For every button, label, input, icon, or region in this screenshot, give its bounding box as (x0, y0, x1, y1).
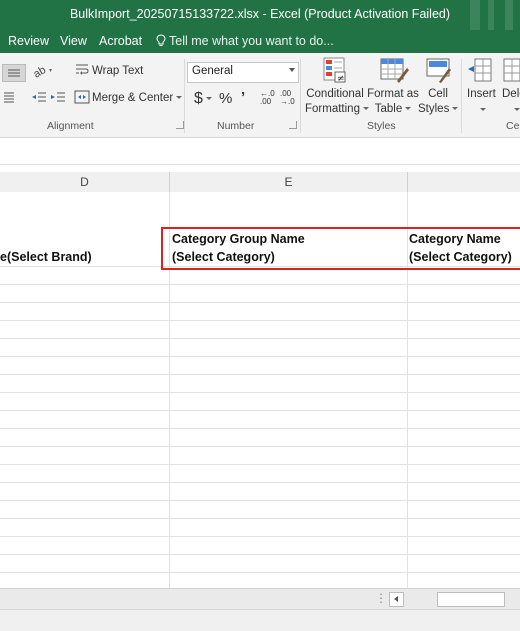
row-line (0, 518, 520, 519)
ribbon: ab Wrap Text Merge & Center Alignment Ge… (0, 53, 520, 138)
row-line (0, 500, 520, 501)
column-header-e[interactable]: E (170, 175, 407, 189)
row-line (0, 428, 520, 429)
tab-review[interactable]: Review (8, 34, 49, 48)
comma-style-button[interactable]: ’ (241, 89, 245, 106)
split-handle-icon[interactable]: ⋮ (375, 591, 387, 605)
highlight-box (161, 227, 520, 270)
ribbon-tabs: Review View Acrobat Tell me what you wan… (0, 30, 520, 53)
decrease-indent-icon[interactable] (31, 89, 47, 108)
row-line (0, 446, 520, 447)
horizontal-scrollbar[interactable]: ⋮ (0, 588, 520, 609)
group-separator (300, 59, 301, 133)
number-group-label: Number (217, 120, 255, 132)
svg-text:ab: ab (32, 64, 48, 79)
row-line (0, 320, 520, 321)
row-line (0, 392, 520, 393)
row-line (0, 410, 520, 411)
merge-center-label: Merge & Center (92, 92, 174, 104)
row-line (0, 554, 520, 555)
row-line (0, 572, 520, 573)
title-decoration (470, 0, 480, 30)
alignment-launcher-icon[interactable] (176, 121, 184, 129)
decrease-decimal-bottom: →.0 (280, 97, 295, 106)
column-header-d[interactable]: D (0, 175, 169, 189)
chevron-down-icon (176, 96, 183, 100)
chevron-down-icon (289, 68, 295, 72)
conditional-formatting-icon: ≠ (321, 56, 349, 87)
conditional-formatting-line1: Conditional (306, 88, 364, 100)
insert-cells-button[interactable]: Insert (467, 88, 496, 100)
group-separator (461, 59, 462, 133)
chevron-down-icon (452, 107, 459, 111)
currency-button[interactable]: $ (194, 90, 212, 108)
chevron-down-icon (514, 108, 520, 111)
chevron-down-icon (205, 97, 212, 101)
scrollbar-thumb[interactable] (437, 592, 505, 607)
row-line (0, 302, 520, 303)
formula-bar-area (0, 138, 520, 165)
window-title: BulkImport_20250715133722.xlsx - Excel (… (69, 7, 451, 21)
tell-me-search[interactable]: Tell me what you want to do... (156, 34, 334, 48)
tab-acrobat[interactable]: Acrobat (99, 34, 142, 48)
column-headers: D E (0, 172, 520, 193)
number-format-select[interactable]: General (187, 62, 299, 83)
cell-styles-line2: Styles (418, 103, 450, 115)
alignment-group-label: Alignment (47, 120, 94, 132)
format-as-table-line1: Format as (367, 88, 419, 100)
orientation-icon[interactable]: ab (31, 63, 54, 82)
title-decoration (505, 0, 513, 30)
styles-group-label: Styles (367, 120, 396, 132)
increase-decimal-button[interactable]: ←.0 .00 (260, 90, 275, 106)
scroll-left-icon[interactable] (389, 592, 404, 607)
decrease-decimal-button[interactable]: .00 →.0 (280, 90, 295, 106)
lightbulb-icon (156, 34, 166, 46)
row-line (0, 338, 520, 339)
delete-cells-icon (502, 57, 520, 86)
delete-cells-button[interactable]: Dele (502, 88, 520, 100)
conditional-formatting-line2: Formatting (305, 103, 360, 115)
row-line (0, 356, 520, 357)
title-bar: BulkImport_20250715133722.xlsx - Excel (… (0, 0, 520, 30)
format-as-table-button[interactable]: Format as Table (367, 87, 419, 117)
format-as-table-line2: Table (374, 103, 403, 115)
column-divider[interactable] (407, 172, 408, 192)
tell-me-text: Tell me what you want to do... (169, 34, 334, 48)
group-separator (184, 59, 185, 133)
row-line (0, 284, 520, 285)
increase-indent-icon[interactable] (50, 89, 66, 108)
title-decoration (488, 0, 494, 30)
align-left-icon[interactable] (2, 89, 16, 108)
tab-view[interactable]: View (60, 34, 87, 48)
row-line (0, 536, 520, 537)
number-format-value: General (192, 65, 233, 77)
row-line (0, 482, 520, 483)
conditional-formatting-button[interactable]: Conditional Formatting (305, 87, 369, 117)
chevron-down-icon (405, 107, 412, 111)
cells-group-label: Cel (506, 120, 520, 132)
status-bar (0, 609, 520, 631)
cell-styles-line1: Cell (428, 88, 448, 100)
row-line (0, 374, 520, 375)
cell-styles-button[interactable]: Cell Styles (418, 87, 459, 117)
percent-button[interactable]: % (219, 90, 232, 107)
increase-decimal-bottom: .00 (260, 97, 272, 106)
number-launcher-icon[interactable] (289, 121, 297, 129)
wrap-text-icon (74, 62, 90, 81)
align-middle-icon[interactable] (2, 64, 26, 82)
svg-text:≠: ≠ (337, 74, 345, 84)
chevron-down-icon (480, 108, 486, 111)
format-as-table-icon (379, 56, 409, 87)
merge-center-icon (74, 90, 90, 107)
currency-symbol: $ (194, 90, 203, 107)
merge-center-button[interactable]: Merge & Center (92, 92, 183, 104)
row-line (0, 464, 520, 465)
insert-cells-icon (467, 57, 493, 86)
wrap-text-button[interactable]: Wrap Text (92, 65, 143, 77)
cell-styles-icon (425, 56, 453, 87)
cell-d-header[interactable]: e(Select Brand) (0, 248, 92, 266)
